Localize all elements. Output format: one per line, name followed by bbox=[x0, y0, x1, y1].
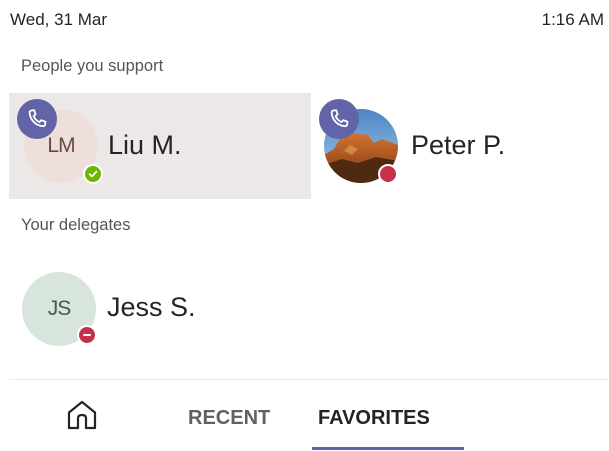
status-date: Wed, 31 Mar bbox=[10, 10, 108, 29]
tab-recent[interactable]: RECENT bbox=[188, 407, 270, 430]
status-time: 1:16 AM bbox=[541, 10, 604, 29]
contact-name: Liu M. bbox=[108, 130, 182, 160]
home-icon bbox=[67, 400, 97, 430]
contact-tile-peter[interactable]: Peter P. bbox=[318, 93, 608, 199]
presence-available-icon bbox=[83, 164, 103, 184]
phone-icon bbox=[17, 99, 57, 139]
dnd-bar bbox=[83, 333, 91, 337]
bottom-nav: RECENT FAVORITES bbox=[0, 380, 609, 451]
status-bar: Wed, 31 Mar 1:16 AM bbox=[0, 0, 609, 40]
section-label-your-delegates: Your delegates bbox=[21, 216, 131, 234]
contact-tile-jess[interactable]: JS Jess S. bbox=[9, 260, 311, 360]
presence-dnd-icon bbox=[77, 325, 97, 345]
tab-favorites[interactable]: FAVORITES bbox=[318, 407, 430, 430]
presence-busy-icon bbox=[378, 164, 398, 184]
active-tab-indicator bbox=[312, 447, 464, 450]
home-button[interactable] bbox=[60, 393, 104, 437]
contact-name: Jess S. bbox=[107, 292, 196, 322]
contact-name: Peter P. bbox=[411, 130, 506, 160]
contact-tile-liu[interactable]: LM Liu M. bbox=[9, 93, 311, 199]
section-label-people-you-support: People you support bbox=[21, 57, 164, 75]
phone-icon bbox=[319, 99, 359, 139]
